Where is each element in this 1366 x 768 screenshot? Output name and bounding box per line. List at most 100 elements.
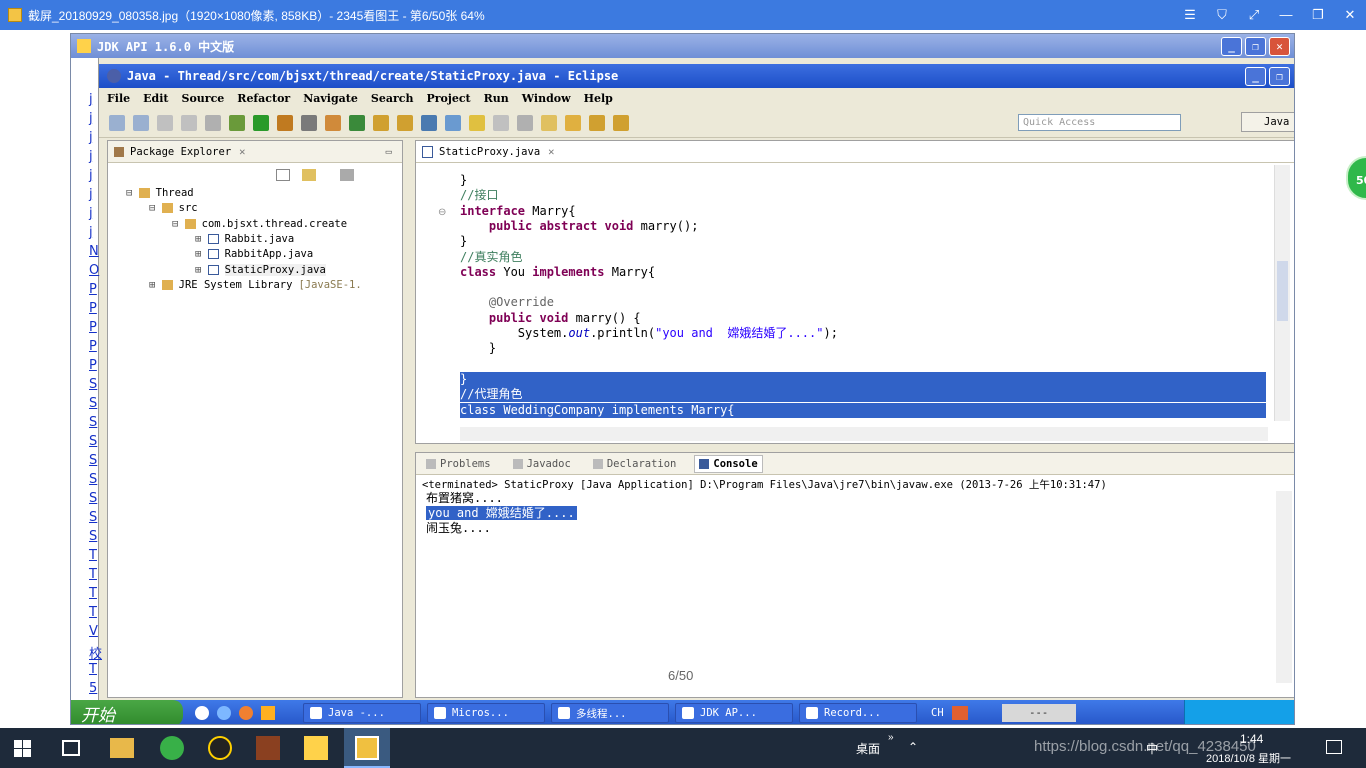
toolbar-button-icon[interactable]	[157, 114, 173, 131]
toolbar-button-icon[interactable]	[133, 114, 149, 131]
xp-task-button[interactable]: Micros...	[427, 703, 545, 723]
close-tab-icon[interactable]: ✕	[548, 146, 554, 158]
quicklaunch-ie-icon[interactable]	[195, 706, 209, 720]
minimize-button[interactable]: —	[1270, 7, 1302, 23]
jdk-class-link[interactable]: S	[71, 529, 102, 548]
view-menu-icon[interactable]	[340, 169, 354, 181]
fullscreen-icon[interactable]: ⤢	[1238, 7, 1270, 23]
editor-vertical-scrollbar[interactable]	[1274, 165, 1290, 421]
menu-window[interactable]: Window	[522, 92, 571, 105]
jdk-class-link[interactable]: P	[71, 358, 102, 377]
package-explorer-tab[interactable]: Package Explorer ✕ ▭	[108, 141, 402, 163]
editor-horizontal-scrollbar[interactable]	[460, 427, 1268, 441]
jdk-class-link[interactable]: T	[71, 605, 102, 624]
clock-time[interactable]: 1:44	[1240, 732, 1263, 746]
menu-run[interactable]: Run	[484, 92, 509, 105]
tree-node[interactable]: ⊞ StaticProxy.java	[195, 263, 326, 276]
windows-start-icon[interactable]	[14, 740, 31, 757]
jdk-class-link[interactable]: S	[71, 491, 102, 510]
menu-file[interactable]: File	[107, 92, 130, 105]
tree-node[interactable]: ⊞ JRE System Library [JavaSE-1.	[149, 279, 362, 291]
console-output[interactable]: 布置猪窝.... you and 嫦娥结婚了.... 闹玉兔....	[426, 491, 577, 536]
xp-task-button[interactable]: JDK AP...	[675, 703, 793, 723]
clock-date[interactable]: 2018/10/8 星期一	[1206, 750, 1291, 766]
toolbar-button-icon[interactable]	[541, 114, 557, 131]
toolbar-button-icon[interactable]	[205, 114, 221, 131]
console-scrollbar[interactable]	[1276, 491, 1292, 683]
jdk-close-button[interactable]: ✕	[1269, 36, 1290, 56]
toolbar-button-icon[interactable]	[325, 114, 341, 131]
tree-node[interactable]: ⊞ Rabbit.java	[195, 233, 294, 245]
collapse-all-icon[interactable]	[276, 169, 290, 181]
start-button[interactable]: 开始	[71, 700, 183, 724]
tray-overflow-icon[interactable]: ⌃	[908, 740, 918, 754]
toolbar-button-icon[interactable]	[589, 114, 605, 131]
menu-help[interactable]: Help	[584, 92, 613, 105]
jdk-class-link[interactable]: S	[71, 434, 102, 453]
toolbar-button-icon[interactable]	[109, 114, 125, 131]
jdk-class-link[interactable]: P	[71, 320, 102, 339]
desktop-label[interactable]: 桌面	[856, 740, 880, 757]
menu-navigate[interactable]: Navigate	[303, 92, 358, 105]
jdk-maximize-button[interactable]: ❐	[1245, 36, 1266, 56]
ime-s-icon[interactable]	[951, 706, 968, 720]
menu-project[interactable]: Project	[426, 92, 470, 105]
toolbar-expand-icon[interactable]: »	[888, 732, 894, 743]
jdk-class-link[interactable]: T	[71, 586, 102, 605]
jdk-class-link[interactable]: 5	[71, 681, 102, 700]
toolbar-button-icon[interactable]	[253, 114, 269, 131]
toolbar-button-icon[interactable]	[469, 114, 485, 131]
toolbar-button-icon[interactable]	[349, 114, 365, 131]
help-app-icon[interactable]	[304, 736, 328, 760]
minimize-view-icon[interactable]: ▭	[386, 146, 392, 158]
xp-task-button[interactable]: 多线程...	[551, 703, 669, 723]
jdk-class-link[interactable]: T	[71, 548, 102, 567]
tree-node[interactable]: ⊞ RabbitApp.java	[195, 248, 313, 260]
menu-source[interactable]: Source	[182, 92, 225, 105]
close-tab-icon[interactable]: ✕	[239, 146, 245, 158]
input-language[interactable]: 中	[1146, 740, 1158, 757]
toolbar-button-icon[interactable]	[421, 114, 437, 131]
expand-toggle-icon[interactable]: ⊟	[149, 202, 162, 214]
quick-access-input[interactable]: Quick Access	[1018, 114, 1181, 131]
toolbar-button-icon[interactable]	[613, 114, 629, 131]
toolbar-button-icon[interactable]	[565, 114, 581, 131]
quicklaunch-browser-icon[interactable]	[217, 706, 231, 720]
task-view-icon[interactable]	[62, 740, 80, 756]
toolbar-button-icon[interactable]	[517, 114, 533, 131]
expand-toggle-icon[interactable]: ⊞	[195, 248, 208, 260]
menu-icon[interactable]: ☰	[1174, 7, 1206, 23]
tab-console[interactable]: Console	[694, 454, 763, 473]
expand-toggle-icon[interactable]: ⊞	[195, 264, 208, 276]
toolbar-button-icon[interactable]	[445, 114, 461, 131]
toolbar-button-icon[interactable]	[277, 114, 293, 131]
jdk-class-link[interactable]: 校	[71, 643, 102, 662]
ime-indicator[interactable]: CH	[931, 707, 944, 719]
link-editor-icon[interactable]	[302, 169, 316, 181]
toolbar-button-icon[interactable]	[301, 114, 317, 131]
jdk-class-link[interactable]: S	[71, 415, 102, 434]
expand-toggle-icon[interactable]: ⊞	[149, 279, 162, 291]
jdk-class-link[interactable]: j	[71, 206, 102, 225]
tab-javadoc[interactable]: Javadoc	[509, 456, 575, 472]
file-explorer-icon[interactable]	[110, 738, 134, 758]
expand-toggle-icon[interactable]: ⊟	[126, 187, 139, 199]
jdk-class-link[interactable]: j	[71, 187, 102, 206]
xp-task-button[interactable]: Record...	[799, 703, 917, 723]
jdk-class-link[interactable]: S	[71, 472, 102, 491]
tree-node[interactable]: ⊟ com.bjsxt.thread.create	[172, 218, 347, 230]
eclipse-minimize-button[interactable]: _	[1245, 66, 1266, 86]
jdk-class-link[interactable]: j	[71, 149, 102, 168]
jdk-class-link[interactable]: P	[71, 339, 102, 358]
java-perspective-button[interactable]: Java	[1241, 112, 1294, 132]
jdk-class-link[interactable]: j	[71, 130, 102, 149]
jdk-class-link[interactable]: S	[71, 377, 102, 396]
notification-icon[interactable]	[1326, 740, 1342, 754]
image-viewer-task[interactable]	[344, 728, 390, 768]
expand-toggle-icon[interactable]: ⊞	[195, 233, 208, 245]
browser-icon[interactable]	[160, 736, 184, 760]
jdk-class-link[interactable]: P	[71, 282, 102, 301]
toolbar-button-icon[interactable]	[373, 114, 389, 131]
jdk-class-link[interactable]: j	[71, 111, 102, 130]
expand-toggle-icon[interactable]: ⊟	[172, 218, 185, 230]
